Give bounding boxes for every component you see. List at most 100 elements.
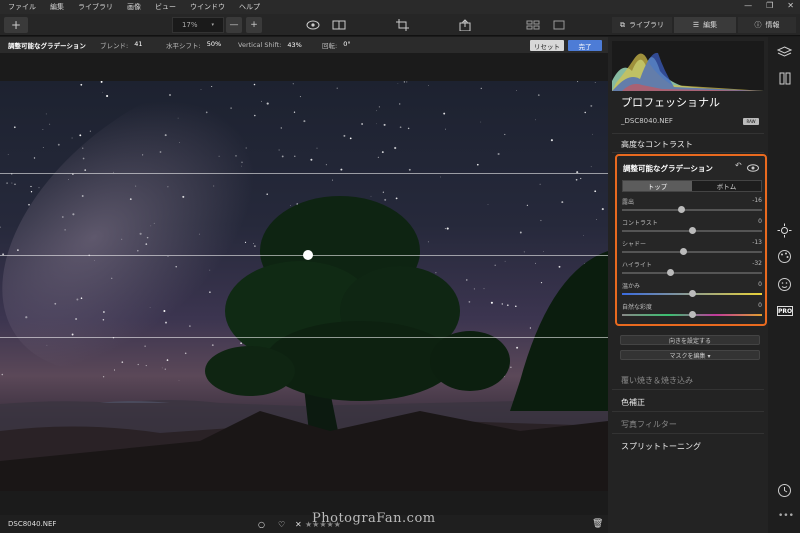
menu-library[interactable]: ライブラリ	[78, 2, 113, 12]
slider-contrast[interactable]: コントラスト 0	[622, 218, 762, 238]
tab-library-label: ライブラリ	[629, 21, 664, 29]
slider-knob[interactable]	[666, 269, 674, 276]
slider-shadows[interactable]: シャドー -13	[622, 239, 762, 259]
slider-highlights[interactable]: ハイライト -32	[622, 260, 762, 280]
rotation-value: 0°	[343, 40, 351, 48]
menu-edit[interactable]: 編集	[50, 2, 64, 12]
section-photo-filter[interactable]: 写真フィルター	[621, 419, 677, 430]
edit-mask-button[interactable]: マスクを編集 ▾	[620, 350, 760, 360]
vshift-label: Vertical Shift:	[238, 41, 282, 49]
slider-warmth[interactable]: 温かみ 0	[622, 281, 762, 301]
color-label-icon[interactable]: ○	[258, 520, 265, 529]
menu-image[interactable]: 画像	[127, 2, 141, 12]
rotation-label: 回転:	[322, 42, 338, 50]
minimize-button[interactable]: —	[744, 1, 752, 10]
slider-value: -16	[752, 197, 762, 204]
reset-button[interactable]: リセット	[530, 40, 564, 51]
slider-track[interactable]	[622, 251, 762, 253]
slider-exposure[interactable]: 露出 -16	[622, 197, 762, 217]
done-button[interactable]: 完了	[568, 40, 602, 51]
seg-top[interactable]: トップ	[623, 181, 692, 191]
close-window-button[interactable]: ✕	[787, 1, 794, 10]
slider-track[interactable]	[622, 209, 762, 211]
slider-label: ハイライト	[622, 262, 652, 269]
section-split-toning[interactable]: スプリットトーニング	[621, 441, 701, 452]
card-title[interactable]: 調整可能なグラデーション	[623, 163, 713, 174]
image-canvas[interactable]	[0, 53, 608, 515]
sun-icon[interactable]	[777, 223, 792, 238]
panel-title: プロフェッショナル	[621, 96, 720, 109]
night-sky-image	[0, 81, 608, 491]
slider-track[interactable]	[622, 272, 762, 274]
portrait-face-icon[interactable]	[777, 277, 792, 292]
section-dodge-burn[interactable]: 覆い焼き＆焼き込み	[621, 375, 693, 386]
eye-icon[interactable]	[306, 19, 320, 31]
presets-icon[interactable]	[777, 71, 792, 86]
info-icon: ⓘ	[754, 21, 762, 29]
slider-knob[interactable]	[689, 227, 696, 234]
tab-edit[interactable]: ☰ 編集	[674, 17, 736, 33]
undo-icon[interactable]: ↶	[735, 161, 742, 170]
bottom-filename: DSC8040.NEF	[8, 520, 57, 528]
adjustable-gradient-card: 調整可能なグラデーション ↶ トップ ボトム 露出 -16 コントラスト 0 シ…	[615, 154, 767, 326]
divider	[612, 133, 764, 134]
heart-icon[interactable]: ♡	[278, 520, 285, 529]
section-advanced-contrast[interactable]: 高度なコントラスト	[621, 139, 693, 150]
slider-label: 温かみ	[622, 283, 641, 290]
reject-icon[interactable]: ✕	[295, 520, 302, 529]
slider-value: 0	[758, 218, 762, 225]
divider	[612, 389, 764, 390]
menu-help[interactable]: ヘルプ	[239, 2, 260, 12]
slider-knob[interactable]	[689, 290, 696, 297]
slider-label: コントラスト	[622, 220, 658, 227]
menu-window[interactable]: ウインドウ	[190, 2, 225, 12]
hshift-readout[interactable]: 水平シフト: 50%	[166, 40, 221, 50]
gradient-guide-bottom[interactable]	[0, 337, 608, 338]
rotation-readout[interactable]: 回転: 0°	[322, 40, 351, 50]
trash-icon[interactable]: 🗑	[592, 519, 603, 529]
set-orientation-button[interactable]: 向きを設定する	[620, 335, 760, 345]
hshift-label: 水平シフト:	[166, 42, 201, 50]
layers-icon[interactable]	[777, 45, 792, 60]
seg-bottom[interactable]: ボトム	[692, 181, 761, 191]
slider-value: 0	[758, 281, 762, 288]
toolbar: + 17% ▾ — + ⧉ ライブラリ ☰ 編集 ⓘ 情報	[0, 14, 800, 36]
gradient-options-bar: 調整可能なグラデーション ブレンド: 41 水平シフト: 50% Vertical …	[0, 37, 608, 53]
slider-value: -32	[752, 260, 762, 267]
more-options-icon[interactable]: •••	[778, 511, 794, 521]
blend-readout[interactable]: ブレンド: 41	[100, 40, 142, 50]
gradient-handle[interactable]	[303, 250, 313, 260]
compare-icon[interactable]	[332, 19, 346, 31]
tab-info[interactable]: ⓘ 情報	[738, 17, 796, 33]
menu-bar: ファイル 編集 ライブラリ 画像 ビュー ウインドウ ヘルプ — ❐ ✕	[0, 0, 800, 14]
watermark: PhotograFan.com	[312, 511, 436, 526]
pro-icon[interactable]: PRO	[777, 306, 793, 316]
grid-view-icon[interactable]	[526, 19, 540, 31]
zoom-out-button[interactable]: —	[226, 17, 242, 33]
tab-library[interactable]: ⧉ ライブラリ	[612, 17, 672, 33]
palette-icon[interactable]	[777, 249, 792, 264]
slider-knob[interactable]	[679, 248, 687, 255]
slider-value: -13	[752, 239, 762, 246]
photo[interactable]	[0, 81, 608, 491]
zoom-value: 17%	[181, 21, 198, 29]
sliders-icon: ☰	[692, 21, 700, 29]
menu-file[interactable]: ファイル	[8, 2, 36, 12]
menu-view[interactable]: ビュー	[155, 2, 176, 12]
zoom-select[interactable]: 17% ▾	[172, 17, 224, 33]
slider-vibrance[interactable]: 自然な彩度 0	[622, 302, 762, 322]
section-color-correction[interactable]: 色補正	[621, 397, 645, 408]
share-icon[interactable]	[458, 19, 472, 31]
vshift-readout[interactable]: Vertical Shift: 43%	[238, 41, 302, 49]
slider-knob[interactable]	[689, 311, 696, 318]
visibility-toggle-icon[interactable]	[747, 164, 759, 172]
maximize-button[interactable]: ❐	[766, 1, 773, 10]
gradient-guide-top[interactable]	[0, 173, 608, 174]
add-button[interactable]: +	[4, 17, 28, 33]
history-clock-icon[interactable]	[777, 483, 792, 498]
zoom-in-button[interactable]: +	[246, 17, 262, 33]
single-view-icon[interactable]	[552, 19, 566, 31]
crop-icon[interactable]	[396, 19, 410, 31]
slider-knob[interactable]	[677, 206, 685, 213]
divider	[612, 411, 764, 412]
